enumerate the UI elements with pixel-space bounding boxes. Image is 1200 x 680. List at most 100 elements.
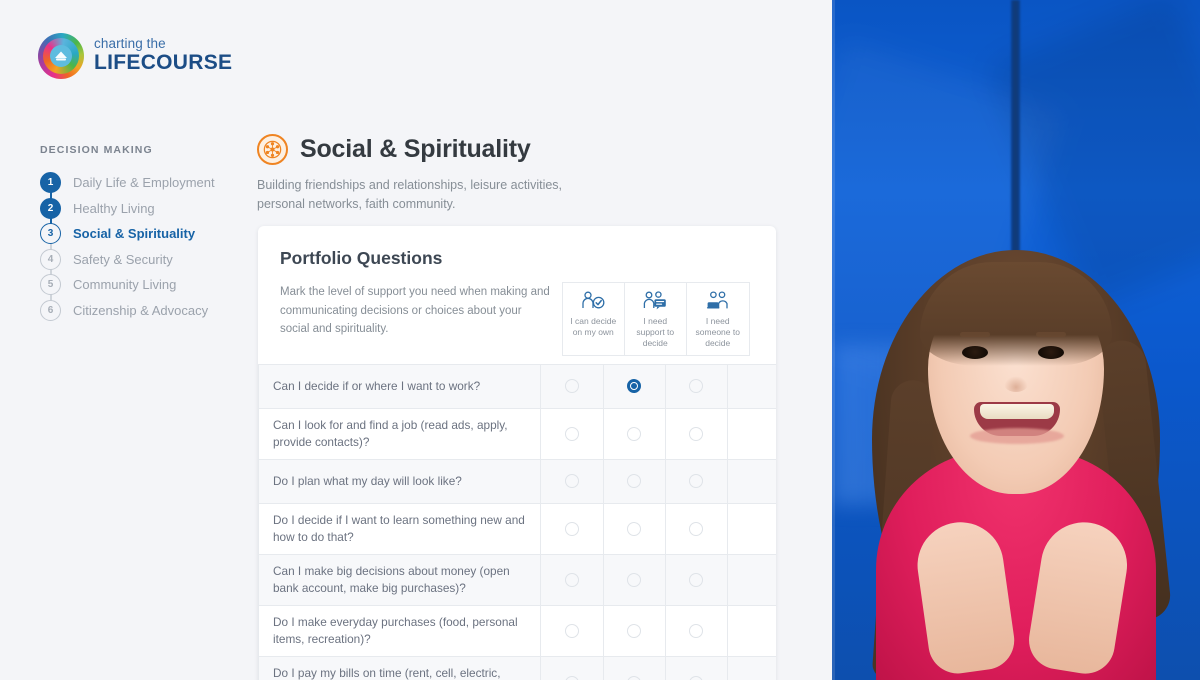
table-row: Do I pay my bills on time (rent, cell, e…: [258, 657, 776, 680]
radio-button[interactable]: [627, 573, 642, 588]
question-text: Can I decide if or where I want to work?: [258, 364, 540, 408]
radio-button[interactable]: [689, 521, 704, 536]
photo-bangs: [920, 262, 1112, 366]
page-title: Social & Spirituality: [300, 135, 531, 163]
radio-button[interactable]: [564, 379, 579, 394]
sidebar-item-daily-life-employment[interactable]: 1 Daily Life & Employment: [40, 170, 240, 196]
card-header: Portfolio Questions Mark the level of su…: [258, 226, 776, 356]
sidebar-item-healthy-living[interactable]: 2 Healthy Living: [40, 196, 240, 222]
radio-cell-someone[interactable]: [665, 408, 728, 459]
photo-eye-left: [962, 346, 988, 359]
card-title: Portfolio Questions: [280, 248, 443, 268]
photo-eye-right: [1038, 346, 1064, 359]
table-row: Can I look for and find a job (read ads,…: [258, 408, 776, 460]
brand-logo[interactable]: charting the LIFECOURSE: [38, 33, 232, 79]
radio-button[interactable]: [689, 624, 704, 639]
radio-cell-support[interactable]: [602, 459, 666, 503]
radio-button[interactable]: [564, 474, 579, 489]
table-header-row: Mark the level of support you need when …: [280, 282, 754, 356]
radio-cell-support[interactable]: [602, 657, 666, 680]
radio-cell-someone[interactable]: [665, 459, 728, 503]
brand-line-2: LIFECOURSE: [94, 50, 233, 74]
radio-button[interactable]: [689, 474, 704, 489]
radio-button[interactable]: [689, 573, 704, 588]
column-header-label: I need support to decide: [636, 316, 675, 349]
support-level-columns: I can decide on my own I need support to…: [562, 282, 750, 356]
card-instructions: Mark the level of support you need when …: [280, 286, 550, 336]
radio-button[interactable]: [564, 426, 579, 441]
radio-button[interactable]: [564, 624, 579, 639]
column-header-label: I can decide on my own: [570, 316, 617, 338]
step-number-badge: 4: [40, 248, 61, 270]
column-header-need-support-to-decide: I need support to decide: [624, 282, 687, 356]
smiling-girl-photo: [832, 0, 1200, 680]
radio-cell-someone[interactable]: [665, 503, 728, 555]
table-row: Do I decide if I want to learn something…: [258, 503, 776, 556]
table-row: Do I plan what my day will look like?: [258, 459, 776, 504]
radio-button[interactable]: [627, 521, 642, 536]
question-text: Do I decide if I want to learn something…: [258, 503, 540, 555]
radio-button[interactable]: [627, 426, 642, 441]
page-title-row: Social & Spirituality: [257, 134, 777, 165]
radio-cell-support[interactable]: [602, 408, 666, 459]
radio-button-selected[interactable]: [627, 379, 642, 394]
radio-cell-own[interactable]: [540, 364, 603, 408]
questions-table: Can I decide if or where I want to work?…: [258, 363, 776, 680]
photo-eyebrow-right: [1036, 332, 1066, 337]
app-screen: charting the LIFECOURSE DECISION MAKING …: [0, 0, 1200, 680]
photo-nose: [1004, 376, 1028, 392]
photo-subject: [866, 200, 1173, 680]
table-row: Can I decide if or where I want to work?: [258, 364, 776, 409]
radio-button[interactable]: [627, 675, 642, 680]
radio-cell-own[interactable]: [540, 408, 603, 459]
radio-cell-someone[interactable]: [665, 606, 728, 657]
sidebar-section-title: DECISION MAKING: [40, 144, 153, 156]
radio-cell-support[interactable]: [602, 555, 666, 606]
step-number-badge: 3: [40, 223, 61, 245]
radio-cell-someone[interactable]: [665, 555, 728, 606]
brand-line-1: charting the: [94, 36, 166, 52]
sidebar-item-label: Safety & Security: [73, 251, 173, 267]
question-text: Do I plan what my day will look like?: [258, 459, 540, 503]
step-number-badge: 2: [40, 197, 61, 219]
question-text: Can I make big decisions about money (op…: [258, 555, 540, 606]
sidebar-nav: DECISION MAKING 1 Daily Life & Employmen…: [40, 144, 240, 323]
photo-eyebrow-left: [960, 332, 990, 337]
step-number-badge: 5: [40, 274, 61, 296]
radio-cell-own[interactable]: [540, 555, 603, 606]
radio-button[interactable]: [564, 521, 579, 536]
photo-lower-lip: [970, 428, 1064, 444]
radio-button[interactable]: [689, 675, 704, 680]
person-check-icon: [580, 290, 606, 312]
radio-button[interactable]: [564, 675, 579, 680]
radio-button[interactable]: [627, 624, 642, 639]
photo-teeth: [980, 404, 1054, 419]
radio-cell-someone[interactable]: [665, 657, 728, 680]
page-subtitle: Building friendships and relationships, …: [257, 178, 563, 212]
radio-cell-someone[interactable]: [665, 364, 728, 408]
radio-button[interactable]: [689, 426, 704, 441]
sidebar-item-citizenship-advocacy[interactable]: 6 Citizenship & Advocacy: [40, 298, 240, 324]
sidebar-item-label: Social & Spirituality: [73, 226, 196, 242]
radio-button[interactable]: [564, 573, 579, 588]
step-number-badge: 1: [40, 172, 61, 194]
table-row: Can I make big decisions about money (op…: [258, 555, 776, 607]
sidebar-item-label: Community Living: [73, 277, 177, 293]
sidebar-item-community-living[interactable]: 5 Community Living: [40, 272, 240, 298]
sidebar-item-social-spirituality[interactable]: 3 Social & Spirituality: [40, 221, 240, 247]
radio-cell-support[interactable]: [602, 606, 666, 657]
radio-cell-support[interactable]: [602, 503, 666, 555]
radio-button[interactable]: [689, 379, 704, 394]
column-header-need-someone-to-decide: I need someone to decide: [687, 282, 750, 356]
sidebar-item-label: Citizenship & Advocacy: [73, 302, 209, 318]
social-spirituality-network-icon: [257, 134, 288, 165]
radio-cell-support[interactable]: [602, 364, 666, 408]
step-number-badge: 6: [40, 299, 61, 321]
radio-button[interactable]: [627, 474, 642, 489]
radio-cell-own[interactable]: [540, 503, 603, 555]
radio-cell-own[interactable]: [540, 459, 603, 503]
logo-inner-glyph: [55, 51, 67, 61]
sidebar-item-safety-security[interactable]: 4 Safety & Security: [40, 247, 240, 273]
radio-cell-own[interactable]: [540, 606, 603, 657]
radio-cell-own[interactable]: [540, 657, 603, 680]
